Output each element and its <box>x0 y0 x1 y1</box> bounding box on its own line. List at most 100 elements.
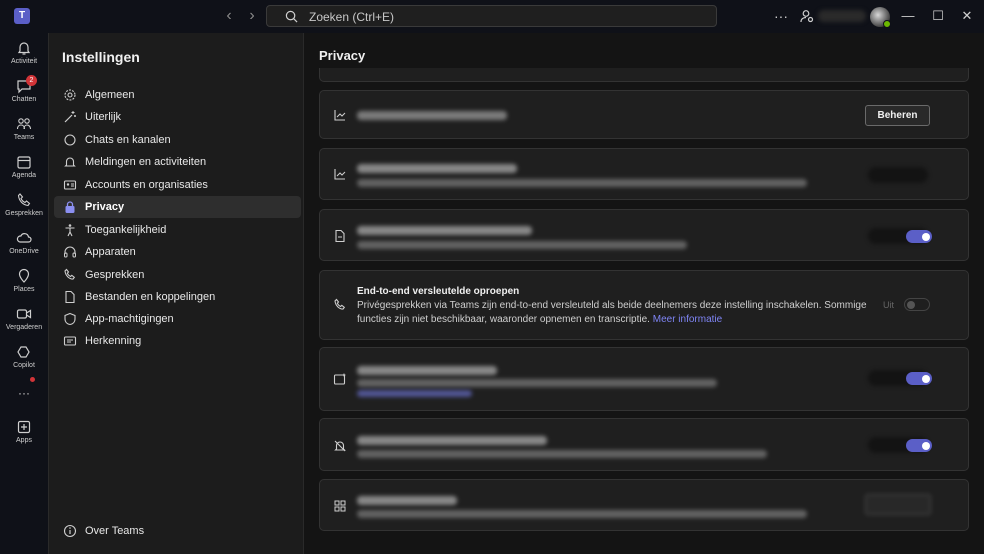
learn-more-link[interactable]: Meer informatie <box>653 314 722 325</box>
shield-icon <box>64 312 76 326</box>
sidebar-item-accessibility[interactable]: Toegankelijkheid <box>54 219 301 241</box>
redacted-description <box>357 179 807 187</box>
sidebar-item-devices[interactable]: Apparaten <box>54 241 301 263</box>
sidebar-item-notifications[interactable]: Meldingen en activiteiten <box>54 151 301 173</box>
video-icon <box>16 309 32 319</box>
minimize-icon[interactable]: — <box>898 8 918 23</box>
sidebar-item-general[interactable]: Algemeen <box>54 84 301 106</box>
rail-item-chat[interactable]: 2 Chatten <box>0 75 48 103</box>
setting-card-optional-diagnostics <box>319 148 969 200</box>
redacted-title <box>357 366 497 375</box>
bell-icon <box>17 42 31 55</box>
settings-sidebar: Instellingen Algemeen Uiterlijk Chats en… <box>48 33 304 554</box>
redacted-description <box>357 241 687 249</box>
image-sparkle-icon <box>333 373 346 385</box>
search-input[interactable]: Zoeken (Ctrl+E) <box>266 5 717 27</box>
document-icon <box>335 229 345 243</box>
rail-item-calls[interactable]: Gesprekken <box>0 192 48 217</box>
setting-card-e2ee-calls: End-to-end versleutelde oproepen Privége… <box>319 270 969 340</box>
e2ee-toggle[interactable] <box>904 298 930 311</box>
headset-icon <box>64 246 76 258</box>
sidebar-item-about[interactable]: Over Teams <box>54 520 301 542</box>
sidebar-item-accounts[interactable]: Accounts en organisaties <box>54 174 301 196</box>
page-title: Privacy <box>319 48 366 63</box>
toggle-switch[interactable] <box>906 372 932 385</box>
title-bar: T ‹ › Zoeken (Ctrl+E) ··· — ☐ ✕ <box>0 0 984 33</box>
sidebar-item-appearance[interactable]: Uiterlijk <box>54 106 301 128</box>
teams-logo-icon: T <box>14 8 30 24</box>
toggle-knob <box>907 301 915 309</box>
rail-item-teams[interactable]: Teams <box>0 116 48 141</box>
redacted-title <box>357 164 517 173</box>
redacted-description <box>357 379 717 387</box>
close-icon[interactable]: ✕ <box>957 8 977 24</box>
redacted-title <box>357 496 457 505</box>
rail-item-meet[interactable]: Vergaderen <box>0 306 48 331</box>
gear-icon <box>64 89 76 101</box>
phone-icon <box>334 298 346 310</box>
bell-icon <box>64 157 76 167</box>
admin-icon[interactable] <box>800 9 814 23</box>
forward-arrow-icon[interactable]: › <box>243 7 261 25</box>
redacted-toggle[interactable] <box>868 167 928 183</box>
rail-item-calendar[interactable]: Agenda <box>0 154 48 179</box>
setting-card-identifiable-info <box>319 209 969 261</box>
lock-icon <box>65 201 75 213</box>
toggle-knob <box>922 233 930 241</box>
redacted-title <box>357 226 532 235</box>
setting-card-do-not-disturb <box>319 418 969 471</box>
rail-item-onedrive[interactable]: OneDrive <box>0 230 48 255</box>
more-options-icon[interactable]: ··· <box>774 8 788 24</box>
notification-dot <box>30 377 35 382</box>
setting-card-connected-experiences <box>319 347 969 411</box>
rail-item-activity[interactable]: Activiteit <box>0 40 48 65</box>
recognition-icon <box>63 336 77 346</box>
maximize-icon[interactable]: ☐ <box>928 8 948 24</box>
phone-icon <box>64 268 76 280</box>
sidebar-item-recognition[interactable]: Herkenning <box>54 330 301 352</box>
rail-item-copilot[interactable]: Copilot <box>0 344 48 369</box>
card-title: End-to-end versleutelde oproepen <box>357 286 520 297</box>
redacted-description <box>357 510 807 518</box>
sidebar-item-calls[interactable]: Gesprekken <box>54 264 301 286</box>
sidebar-item-privacy[interactable]: Privacy <box>54 196 301 218</box>
toggle-state-label: Uit <box>883 300 894 310</box>
unread-badge: 2 <box>26 75 37 86</box>
privacy-settings-panel: Privacy Beheren End-to-end versleutelde … <box>304 33 984 554</box>
rail-item-places[interactable]: Places <box>0 268 48 293</box>
sidebar-item-chats[interactable]: Chats en kanalen <box>54 129 301 151</box>
places-icon <box>18 268 30 283</box>
toggle-knob <box>922 442 930 450</box>
redacted-description <box>357 450 767 458</box>
user-name-redacted <box>818 10 866 22</box>
phone-icon <box>17 193 31 207</box>
redacted-button[interactable] <box>865 494 931 515</box>
teams-icon <box>16 118 32 130</box>
chat-icon <box>64 134 76 146</box>
toggle-switch[interactable] <box>906 230 932 243</box>
search-icon <box>285 10 298 23</box>
search-placeholder: Zoeken (Ctrl+E) <box>309 10 395 24</box>
redacted-title <box>357 111 507 120</box>
back-arrow-icon[interactable]: ‹ <box>220 7 238 25</box>
sidebar-item-app-permissions[interactable]: App-machtigingen <box>54 308 301 330</box>
rail-item-more[interactable]: ··· <box>0 386 48 400</box>
info-icon <box>63 524 77 538</box>
app-rail: Activiteit 2 Chatten Teams Agenda Gespre… <box>0 33 48 554</box>
calendar-icon <box>17 156 31 169</box>
card-description: Privégesprekken via Teams zijn end-to-en… <box>357 300 867 325</box>
apps-icon <box>17 420 31 434</box>
toggle-switch[interactable] <box>906 439 932 452</box>
sidebar-item-files[interactable]: Bestanden en koppelingen <box>54 286 301 308</box>
toggle-knob <box>922 375 930 383</box>
bell-off-icon <box>334 440 346 452</box>
cloud-icon <box>16 233 32 243</box>
apps-grid-icon <box>334 500 346 512</box>
setting-card-third-party-apps <box>319 479 969 531</box>
manage-button[interactable]: Beheren <box>865 105 930 126</box>
rail-item-apps[interactable]: Apps <box>0 419 48 444</box>
setting-card-diagnostics-manage: Beheren <box>319 90 969 139</box>
chart-icon <box>334 110 346 121</box>
redacted-link[interactable] <box>357 390 472 397</box>
accessibility-icon <box>65 224 75 237</box>
